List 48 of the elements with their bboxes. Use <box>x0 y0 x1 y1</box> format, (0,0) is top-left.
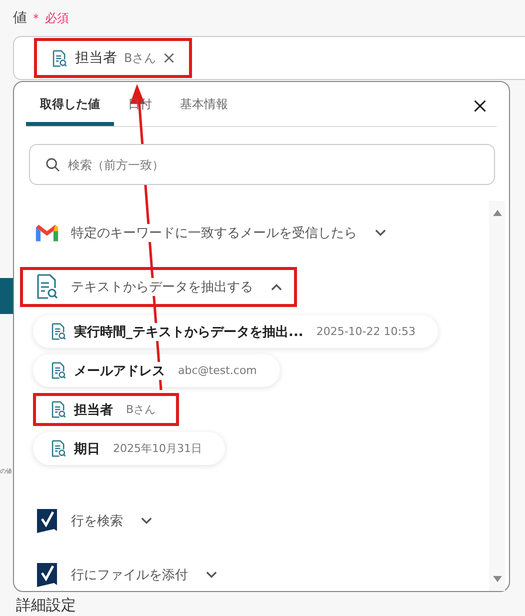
chip-value: 2025-10-22 10:53 <box>316 325 416 338</box>
step-title: 行を検索 <box>71 512 123 530</box>
chip-name: 担当者 <box>74 400 113 418</box>
document-search-icon <box>50 322 67 341</box>
search-field[interactable]: 検索（前方一致） <box>29 144 495 185</box>
document-search-icon <box>51 48 68 68</box>
step-title: 特定のキーワードに一致するメールを受信したら <box>71 224 357 242</box>
chevron-down-icon <box>206 571 217 579</box>
value-chip[interactable]: 担当者 Bさん <box>34 38 192 78</box>
step-header[interactable]: 特定のキーワードに一致するメールを受信したら <box>20 213 401 253</box>
chip-name: メールアドレス <box>74 362 165 380</box>
document-search-icon <box>50 361 67 380</box>
document-search-icon <box>50 439 67 458</box>
chip-name: 実行時間_テキストからデータを抽出... <box>74 322 304 340</box>
document-search-icon <box>50 400 67 419</box>
chip-value: 2025年10月31日 <box>113 441 202 456</box>
section-title: 詳細設定 <box>16 596 76 614</box>
required-mark: ＊ <box>30 10 42 27</box>
document-search-icon <box>35 274 59 300</box>
required-label: 必須 <box>45 10 69 27</box>
chip-name: 期日 <box>74 440 100 458</box>
tab[interactable]: 基本情報 <box>166 86 242 126</box>
value-field[interactable]: 担当者 Bさん <box>13 36 525 80</box>
step-header[interactable]: 行にファイルを添付 <box>20 555 232 595</box>
value-chip[interactable]: 担当者 Bさん <box>33 393 179 426</box>
chip-value: abc@test.com <box>178 364 257 377</box>
side-bar <box>0 278 13 314</box>
chevron-down-icon <box>141 517 152 525</box>
close-icon[interactable] <box>473 99 487 113</box>
chevron-down-icon <box>375 229 386 237</box>
step-header[interactable]: 行を検索 <box>20 501 167 541</box>
chip-name: 担当者 <box>75 49 117 67</box>
tab[interactable]: 取得した値 <box>26 86 114 126</box>
value-chip[interactable]: 期日 2025年10月31日 <box>33 432 225 465</box>
checkmark-sheet-icon <box>35 562 59 588</box>
step-header[interactable]: テキストからデータを抽出する <box>20 267 297 307</box>
value-chip[interactable]: メールアドレス abc@test.com <box>33 354 280 387</box>
step-title: テキストからデータを抽出する <box>71 278 253 296</box>
checkmark-sheet-icon <box>35 508 59 534</box>
remove-icon[interactable] <box>163 52 176 64</box>
scroll-down-icon[interactable] <box>492 576 502 583</box>
search-icon <box>45 157 60 172</box>
chevron-up-icon <box>271 283 282 291</box>
chip-value: Bさん <box>124 50 156 66</box>
step-title: 行にファイルを添付 <box>71 566 188 584</box>
scroll-up-icon[interactable] <box>492 209 502 216</box>
chip-value: Bさん <box>126 402 156 417</box>
field-label: 値 <box>13 9 27 27</box>
